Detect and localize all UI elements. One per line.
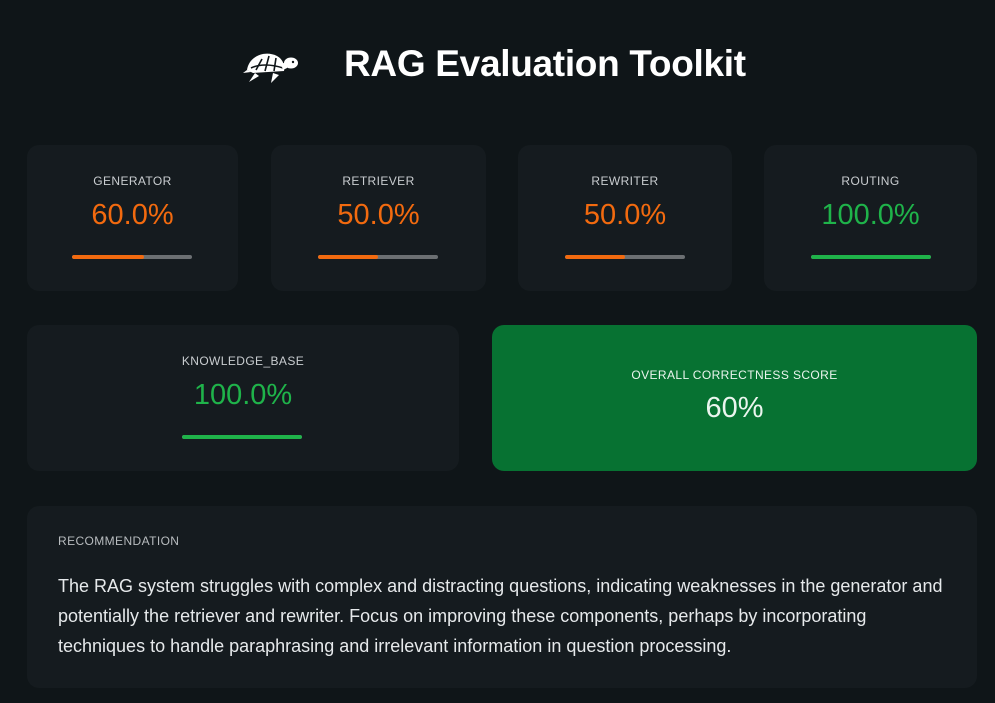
metric-card-retriever: RETRIEVER 50.0% bbox=[271, 145, 486, 291]
overall-score-card: OVERALL CORRECTNESS SCORE 60% bbox=[492, 325, 977, 471]
progress-bar bbox=[318, 255, 438, 259]
metric-card-generator: GENERATOR 60.0% bbox=[27, 145, 238, 291]
metric-card-routing: ROUTING 100.0% bbox=[764, 145, 977, 291]
progress-bar-fill bbox=[182, 435, 302, 439]
progress-bar bbox=[565, 255, 685, 259]
metric-label: GENERATOR bbox=[93, 174, 172, 188]
page-title: RAG Evaluation Toolkit bbox=[344, 43, 746, 84]
recommendation-label: RECOMMENDATION bbox=[58, 534, 180, 548]
progress-bar-fill bbox=[811, 255, 931, 259]
recommendation-card: RECOMMENDATION The RAG system struggles … bbox=[27, 506, 977, 688]
metric-label: ROUTING bbox=[841, 174, 900, 188]
progress-bar bbox=[72, 255, 192, 259]
metric-value: 100.0% bbox=[821, 199, 920, 231]
metric-value: 60.0% bbox=[91, 199, 174, 231]
page: RAG Evaluation Toolkit GENERATOR 60.0% R… bbox=[0, 0, 995, 703]
metric-card-knowledge-base: KNOWLEDGE_BASE 100.0% bbox=[27, 325, 459, 471]
metric-label: RETRIEVER bbox=[342, 174, 415, 188]
progress-bar bbox=[811, 255, 931, 259]
overall-score-value: 60% bbox=[705, 392, 764, 424]
metric-value: 50.0% bbox=[583, 199, 667, 231]
header: RAG Evaluation Toolkit bbox=[0, 38, 995, 94]
turtle-logo-icon bbox=[243, 46, 301, 86]
overall-score-label: OVERALL CORRECTNESS SCORE bbox=[631, 368, 838, 382]
metric-card-rewriter: REWRITER 50.0% bbox=[518, 145, 732, 291]
metric-label: KNOWLEDGE_BASE bbox=[181, 354, 305, 368]
metric-label: REWRITER bbox=[591, 174, 659, 188]
progress-bar-fill bbox=[318, 255, 378, 259]
recommendation-text: The RAG system struggles with complex an… bbox=[58, 576, 943, 656]
metric-value: 100.0% bbox=[193, 379, 293, 411]
metric-value: 50.0% bbox=[337, 199, 420, 231]
progress-bar-fill bbox=[565, 255, 625, 259]
progress-bar-fill bbox=[72, 255, 144, 259]
progress-bar bbox=[182, 435, 302, 439]
